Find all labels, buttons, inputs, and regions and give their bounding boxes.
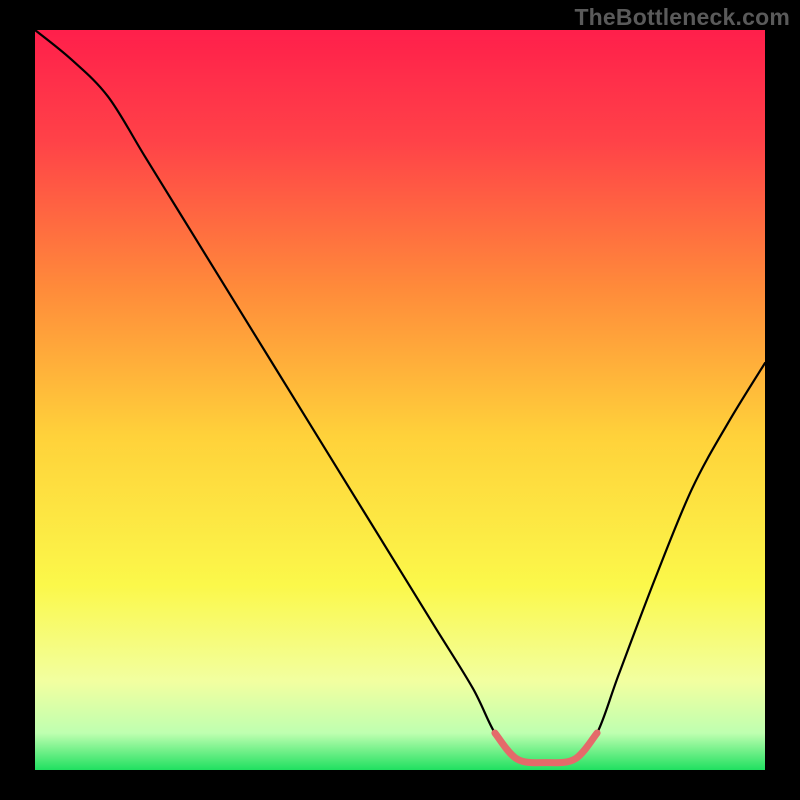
watermark-text: TheBottleneck.com: [574, 4, 790, 31]
chart-frame: TheBottleneck.com: [0, 0, 800, 800]
plot-background: [35, 30, 765, 770]
bottleneck-chart: [0, 0, 800, 800]
